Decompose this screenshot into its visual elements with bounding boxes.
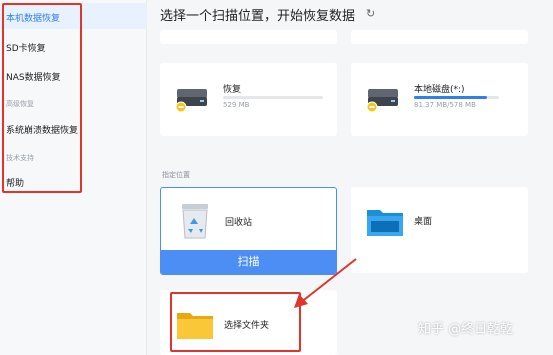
drive-card-recovery[interactable]: 恢复 529 MB: [160, 63, 337, 136]
drive-usage-bar: [414, 96, 499, 99]
drive-size: 81.37 MB/578 MB: [414, 101, 476, 109]
location-label: 回收站: [225, 218, 253, 228]
refresh-icon[interactable]: ↻: [366, 7, 375, 20]
drive-card-partial[interactable]: [160, 30, 337, 44]
watermark: 知乎 @终日乾乾: [418, 322, 514, 337]
page-title: 选择一个扫描位置，开始恢复数据: [160, 9, 356, 24]
recycle-bin-icon: [182, 204, 208, 239]
drive-usage-bar: [223, 96, 323, 99]
hard-drive-icon: [366, 89, 398, 113]
drive-card-partial[interactable]: [351, 30, 528, 44]
drive-label: 恢复: [223, 85, 242, 95]
desktop-folder-icon: [367, 210, 403, 236]
location-card-desktop[interactable]: 桌面: [351, 187, 528, 273]
location-label: 桌面: [414, 217, 433, 227]
hard-drive-icon: [175, 89, 207, 113]
annotation-highlight-box: [2, 3, 82, 193]
annotation-highlight-box: [170, 292, 301, 352]
drive-size: 529 MB: [223, 101, 250, 109]
drive-card-local-disk[interactable]: 本地磁盘(*:) 81.37 MB/578 MB: [351, 63, 528, 136]
drive-label: 本地磁盘(*:): [414, 85, 465, 95]
annotation-arrow-icon: [294, 258, 357, 308]
section-label-locations: 指定位置: [162, 171, 190, 179]
sidebar: 本机数据恢复 SD卡恢复 NAS数据恢复 高级恢复 系统崩溃数据恢复 技术支持 …: [0, 0, 147, 355]
